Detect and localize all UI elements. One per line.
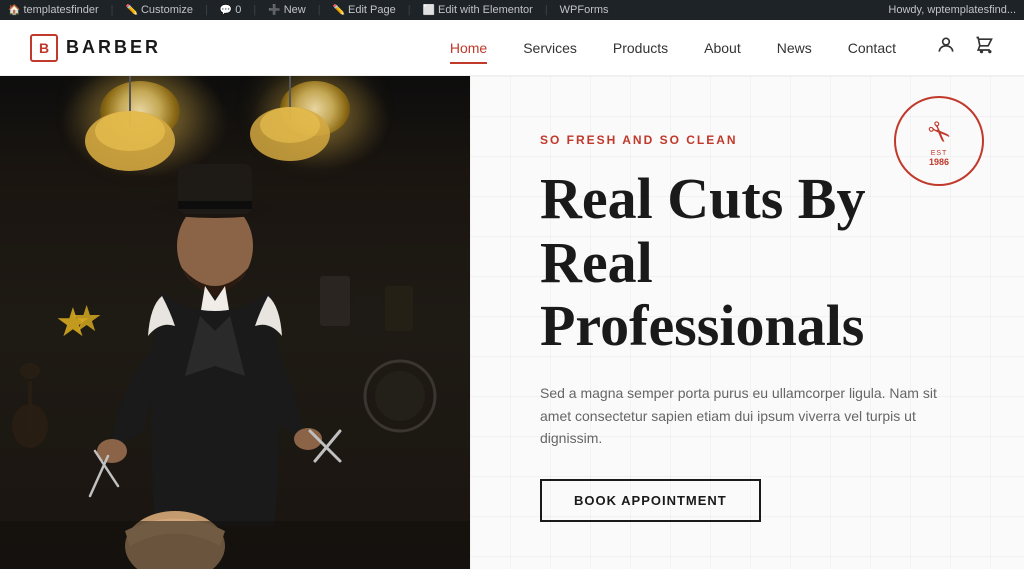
nav-contact[interactable]: Contact bbox=[848, 36, 896, 60]
scissors-icon: ✂ bbox=[919, 112, 960, 153]
header-icons bbox=[936, 35, 994, 60]
cart-icon[interactable] bbox=[974, 35, 994, 60]
nav-services[interactable]: Services bbox=[523, 36, 577, 60]
admin-new[interactable]: ➕ New bbox=[268, 4, 305, 16]
badge-circle: ✂ EST 1986 bbox=[894, 96, 984, 186]
hero-image: ★ ★ bbox=[0, 76, 470, 569]
admin-bar: 🏠 templatesfinder | ✏️ Customize | 💬 0 |… bbox=[0, 0, 1024, 20]
hero-section: ★ ★ bbox=[0, 76, 1024, 569]
admin-customize[interactable]: ✏️ Customize bbox=[126, 4, 193, 16]
admin-edit-page[interactable]: ✏️ Edit Page bbox=[333, 4, 396, 16]
admin-howdy: Howdy, wptemplatesfind... bbox=[888, 4, 1016, 16]
badge-year: 1986 bbox=[929, 157, 949, 167]
logo-icon: B bbox=[30, 34, 58, 62]
nav-about[interactable]: About bbox=[704, 36, 741, 60]
nav-news[interactable]: News bbox=[777, 36, 812, 60]
logo-text: BARBER bbox=[66, 37, 161, 58]
hero-title: Real Cuts By Real Professionals bbox=[540, 167, 974, 358]
svg-text:★: ★ bbox=[55, 300, 91, 345]
nav-products[interactable]: Products bbox=[613, 36, 668, 60]
nav-home[interactable]: Home bbox=[450, 36, 487, 60]
admin-wpforms[interactable]: WPForms bbox=[560, 4, 609, 16]
user-icon[interactable] bbox=[936, 35, 956, 60]
book-appointment-button[interactable]: BOOK APPOINTMENT bbox=[540, 479, 761, 522]
hero-content: ✂ EST 1986 SO FRESH AND SO CLEAN Real Cu… bbox=[470, 76, 1024, 569]
admin-logo[interactable]: 🏠 templatesfinder bbox=[8, 4, 99, 16]
hero-description: Sed a magna semper porta purus eu ullamc… bbox=[540, 382, 960, 449]
admin-comments[interactable]: 💬 0 bbox=[220, 4, 242, 16]
admin-edit-elementor[interactable]: ⬜ Edit with Elementor bbox=[423, 4, 533, 16]
main-nav: Home Services Products About News Contac… bbox=[450, 36, 896, 60]
logo[interactable]: B BARBER bbox=[30, 34, 161, 62]
site-header: B BARBER Home Services Products About Ne… bbox=[0, 20, 1024, 76]
